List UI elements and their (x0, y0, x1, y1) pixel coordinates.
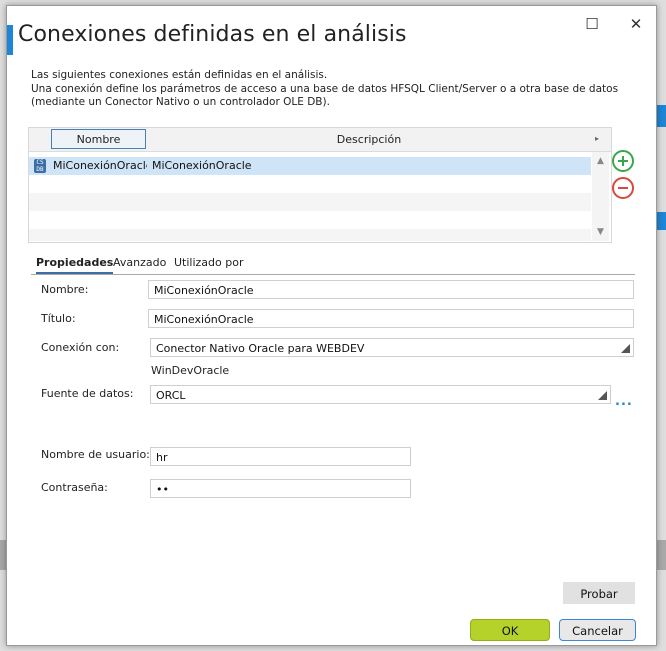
row-description: MiConexiónOracle (152, 159, 252, 172)
tab-utilizado-por[interactable]: Utilizado por (174, 255, 244, 271)
table-row-empty[interactable] (29, 211, 591, 229)
description-line: Una conexión define los parámetros de ac… (31, 82, 619, 95)
titulo-field[interactable]: MiConexiónOracle (148, 309, 634, 328)
table-header: Nombre Descripción ▸ (29, 128, 611, 152)
dropdown-arrow-icon[interactable] (598, 391, 607, 400)
background-blue-tab-2 (657, 212, 666, 230)
table-row-empty[interactable] (29, 175, 591, 193)
dialog-description: Las siguientes conexiones están definida… (31, 69, 631, 110)
conexion-combo[interactable]: Conector Nativo Oracle para WEBDEV (150, 338, 634, 357)
add-connection-button[interactable] (612, 150, 634, 172)
background-blue-tab (657, 105, 666, 127)
connections-table[interactable]: Nombre Descripción ▸ CS DB MiConexiónOrac… (28, 127, 612, 243)
table-row-empty[interactable] (29, 193, 591, 211)
conexion-label: Conexión con: (41, 341, 120, 354)
tab-propiedades[interactable]: Propiedades (36, 255, 114, 274)
vertical-scrollbar[interactable]: ▲ ▼ (592, 152, 609, 241)
database-icon: CS DB (34, 159, 46, 173)
password-label: Contraseña: (41, 481, 108, 494)
ok-button[interactable]: OK (470, 619, 550, 641)
tab-avanzado[interactable]: Avanzado (113, 255, 166, 271)
title-bar: Conexiones definidas en el análisis ☐ ✕ (7, 6, 656, 64)
more-options-button[interactable]: ... (615, 394, 633, 409)
description-line: (mediante un Conector Nativo o un contro… (31, 96, 330, 108)
connections-dialog: Conexiones definidas en el análisis ☐ ✕ … (6, 5, 657, 646)
scroll-down-icon[interactable]: ▼ (592, 225, 609, 239)
description-line: Las siguientes conexiones están definida… (31, 69, 328, 81)
column-header-descripcion[interactable]: Descripción (149, 128, 589, 151)
title-accent (7, 25, 13, 55)
tab-bar: Propiedades Avanzado Utilizado por (31, 252, 635, 275)
row-name: MiConexiónOracle (53, 159, 147, 172)
titulo-label: Título: (41, 312, 76, 325)
nombre-field[interactable]: MiConexiónOracle (148, 280, 634, 299)
column-header-nombre[interactable]: Nombre (51, 129, 146, 149)
dialog-title: Conexiones definidas en el análisis (18, 22, 407, 47)
chevron-right-icon[interactable]: ▸ (595, 134, 599, 143)
conexion-value: Conector Nativo Oracle para WEBDEV (156, 342, 365, 355)
fuente-value: ORCL (156, 389, 186, 402)
close-icon[interactable]: ✕ (621, 12, 651, 36)
cancel-button[interactable]: Cancelar (559, 619, 636, 641)
nombre-label: Nombre: (41, 283, 89, 296)
dropdown-arrow-icon[interactable] (621, 344, 630, 353)
conexion-sub-label: WinDevOracle (151, 364, 230, 377)
scroll-up-icon[interactable]: ▲ (592, 154, 609, 168)
probar-button[interactable]: Probar (563, 582, 635, 604)
usuario-field[interactable]: hr (150, 447, 411, 466)
table-row[interactable]: CS DB MiConexiónOracle MiConexiónOracle (29, 157, 591, 175)
password-field[interactable]: •• (150, 479, 411, 498)
fuente-label: Fuente de datos: (41, 387, 134, 400)
usuario-label: Nombre de usuario: (41, 448, 150, 461)
table-row-empty[interactable] (29, 229, 591, 241)
fuente-combo[interactable]: ORCL (150, 385, 611, 404)
maximize-icon[interactable]: ☐ (577, 12, 607, 36)
remove-connection-button[interactable] (612, 177, 634, 199)
